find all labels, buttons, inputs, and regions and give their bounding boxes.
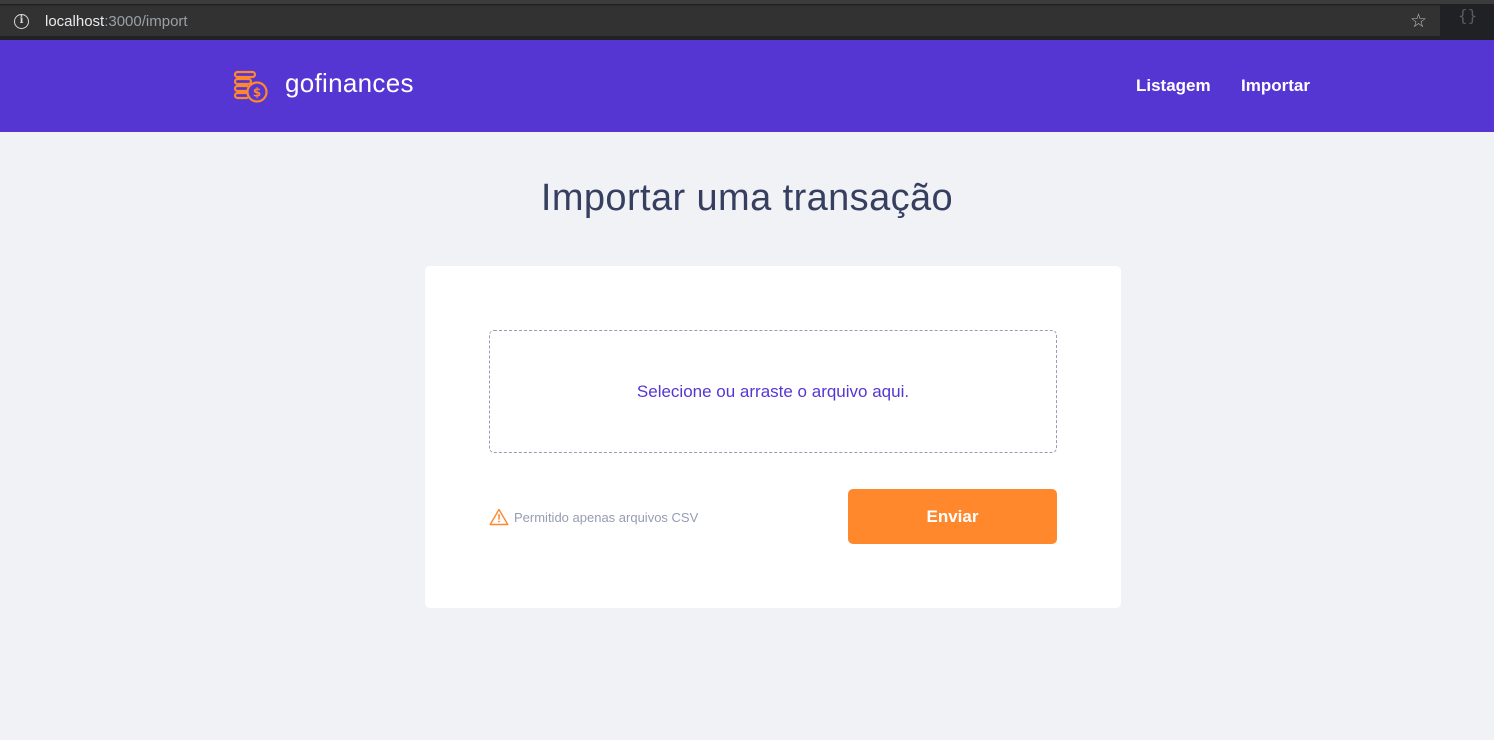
file-dropzone[interactable]: Selecione ou arraste o arquivo aqui. (489, 330, 1057, 453)
import-card: Selecione ou arraste o arquivo aqui. Per… (425, 266, 1121, 608)
info-icon[interactable]: i (14, 14, 29, 29)
nav-link-importar[interactable]: Importar (1241, 75, 1310, 97)
dropzone-label: Selecione ou arraste o arquivo aqui. (636, 381, 910, 401)
svg-text:$: $ (253, 86, 261, 100)
brand-name[interactable]: gofinances (285, 67, 414, 99)
file-type-warning-text: Permitido apenas arquivos CSV (514, 509, 699, 525)
file-type-warning: Permitido apenas arquivos CSV (489, 507, 698, 527)
extension-icon[interactable]: {} (1458, 7, 1477, 25)
send-button[interactable]: Enviar (848, 489, 1057, 544)
star-icon[interactable]: ☆ (1410, 10, 1427, 32)
alert-triangle-icon (489, 508, 509, 526)
app-header: $ gofinances Listagem Importar (0, 40, 1494, 132)
coins-dollar-icon: $ (233, 70, 268, 103)
nav-link-listagem[interactable]: Listagem (1136, 75, 1211, 97)
url-path: :3000/import (104, 13, 188, 30)
page-title: Importar uma transação (540, 177, 954, 219)
browser-toolbar: i localhost:3000/import ☆ {} (0, 0, 1494, 40)
tab-strip (0, 0, 1494, 4)
url-text[interactable]: localhost:3000/import (45, 12, 188, 32)
import-footer: Permitido apenas arquivos CSV Enviar (489, 489, 1057, 544)
address-bar[interactable]: i localhost:3000/import ☆ (0, 5, 1440, 36)
url-host: localhost (45, 13, 105, 30)
